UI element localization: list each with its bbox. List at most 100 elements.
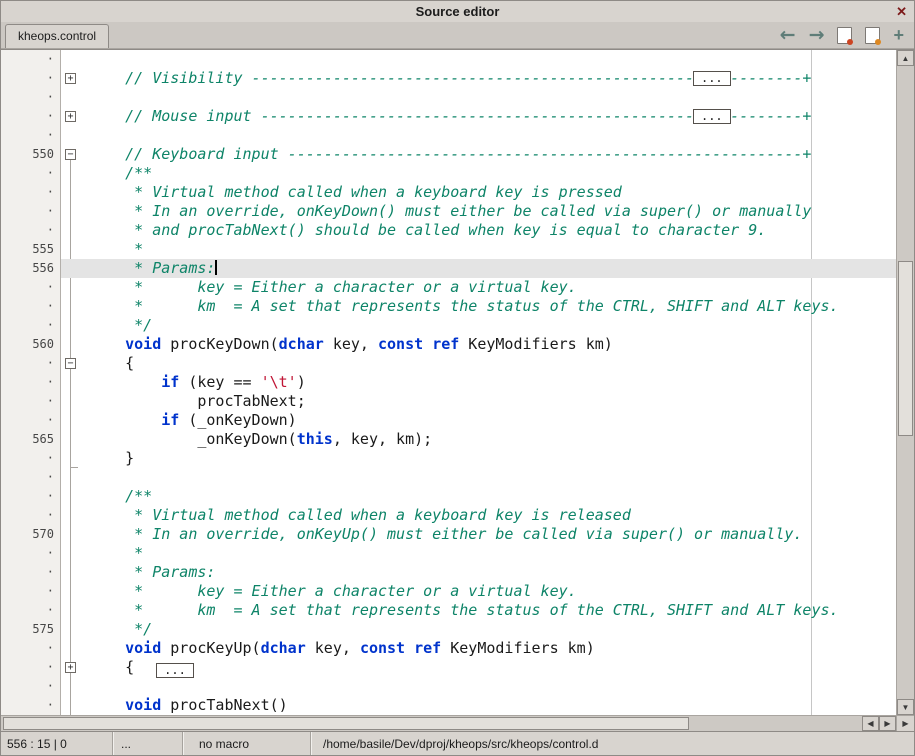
code-text[interactable] (81, 677, 896, 696)
code-text[interactable]: * km = A set that represents the status … (81, 297, 896, 316)
code-line[interactable]: · (1, 126, 896, 145)
fold-margin-cell (61, 335, 81, 354)
code-text[interactable]: {... (81, 658, 896, 677)
code-text[interactable]: if (key == '\t') (81, 373, 896, 392)
code-line[interactable]: · */ (1, 316, 896, 335)
detach-handle-button[interactable]: + (893, 27, 904, 43)
code-line[interactable]: ·− { (1, 354, 896, 373)
horizontal-scroll-track[interactable] (1, 716, 862, 731)
code-line[interactable]: · void procTabNext() (1, 696, 896, 715)
code-text[interactable]: * and procTabNext() should be called whe… (81, 221, 896, 240)
fold-ellipsis-box[interactable]: ... (156, 663, 194, 678)
close-button[interactable]: ✕ (896, 4, 907, 20)
scroll-down-button[interactable]: ▼ (897, 699, 914, 715)
code-line[interactable]: 575 */ (1, 620, 896, 639)
code-line[interactable]: · * km = A set that represents the statu… (1, 297, 896, 316)
code-line[interactable]: 556 * Params: (1, 259, 896, 278)
code-text[interactable]: * Params: (81, 563, 896, 582)
code-line[interactable]: 570 * In an override, onKeyUp() must eit… (1, 525, 896, 544)
line-number-cell: · (1, 88, 61, 107)
code-text[interactable]: /** (81, 164, 896, 183)
vertical-scrollbar[interactable]: ▲ ▼ (896, 50, 914, 715)
code-line[interactable]: · /** (1, 164, 896, 183)
line-number-cell: 565 (1, 430, 61, 449)
code-text[interactable]: * Params: (81, 259, 896, 278)
fold-ellipsis-box[interactable]: ... (693, 71, 731, 86)
code-text[interactable] (81, 50, 896, 69)
code-text[interactable]: * Virtual method called when a keyboard … (81, 183, 896, 202)
code-text[interactable]: _onKeyDown(this, key, km); (81, 430, 896, 449)
code-line[interactable]: · if (key == '\t') (1, 373, 896, 392)
code-line[interactable]: · * (1, 544, 896, 563)
code-text[interactable]: * In an override, onKeyDown() must eithe… (81, 202, 896, 221)
go-forward-button[interactable]: → (809, 26, 825, 44)
code-text[interactable]: // Keyboard input ----------------------… (81, 145, 896, 164)
code-text[interactable]: * Virtual method called when a keyboard … (81, 506, 896, 525)
code-line[interactable]: · * Virtual method called when a keyboar… (1, 183, 896, 202)
code-line[interactable]: · * km = A set that represents the statu… (1, 601, 896, 620)
code-line[interactable]: · (1, 88, 896, 107)
code-text[interactable]: */ (81, 316, 896, 335)
code-line[interactable]: · (1, 468, 896, 487)
code-line[interactable]: · (1, 677, 896, 696)
code-text[interactable]: // Mouse input -------------------------… (81, 107, 896, 126)
code-text[interactable] (81, 88, 896, 107)
go-back-button[interactable]: ← (780, 26, 796, 44)
fold-ellipsis-box[interactable]: ... (693, 109, 731, 124)
code-text[interactable]: */ (81, 620, 896, 639)
fold-collapse-icon[interactable]: − (65, 358, 76, 369)
document-button-1[interactable] (837, 27, 852, 44)
code-line[interactable]: · * In an override, onKeyDown() must eit… (1, 202, 896, 221)
code-line[interactable]: · procTabNext; (1, 392, 896, 411)
scroll-left-button[interactable]: ◀ (862, 716, 879, 731)
code-text[interactable]: } (81, 449, 896, 468)
document-button-2[interactable] (865, 27, 880, 44)
code-line[interactable]: · * key = Either a character or a virtua… (1, 582, 896, 601)
tab-kheops-control[interactable]: kheops.control (5, 24, 109, 48)
code-text[interactable] (81, 126, 896, 145)
code-line[interactable]: · /** (1, 487, 896, 506)
code-line[interactable]: · if (_onKeyDown) (1, 411, 896, 430)
horizontal-scrollbar[interactable]: ◀ ▶ (1, 715, 896, 731)
code-text[interactable]: /** (81, 487, 896, 506)
code-line[interactable]: · void procKeyUp(dchar key, const ref Ke… (1, 639, 896, 658)
code-line[interactable]: ·+ {... (1, 658, 896, 677)
code-line[interactable]: 565 _onKeyDown(this, key, km); (1, 430, 896, 449)
code-line[interactable]: · * key = Either a character or a virtua… (1, 278, 896, 297)
editor-lines[interactable]: ··+ // Visibility ----------------------… (1, 50, 896, 715)
code-text[interactable]: * (81, 240, 896, 259)
code-text[interactable]: * key = Either a character or a virtual … (81, 278, 896, 297)
code-text[interactable]: if (_onKeyDown) (81, 411, 896, 430)
code-line[interactable]: · * and procTabNext() should be called w… (1, 221, 896, 240)
code-line[interactable]: · * Virtual method called when a keyboar… (1, 506, 896, 525)
vertical-scroll-thumb[interactable] (898, 261, 913, 436)
vertical-scroll-track[interactable] (897, 66, 914, 699)
scroll-up-button[interactable]: ▲ (897, 50, 914, 66)
code-line[interactable]: 550− // Keyboard input -----------------… (1, 145, 896, 164)
scroll-right-button[interactable]: ▶ (879, 716, 896, 731)
code-text[interactable]: void procKeyUp(dchar key, const ref KeyM… (81, 639, 896, 658)
code-line[interactable]: 560 void procKeyDown(dchar key, const re… (1, 335, 896, 354)
code-text[interactable]: * (81, 544, 896, 563)
fold-collapse-icon[interactable]: − (65, 149, 76, 160)
fold-expand-icon[interactable]: + (65, 111, 76, 122)
code-text[interactable]: { (81, 354, 896, 373)
code-text[interactable]: // Visibility --------------------------… (81, 69, 896, 88)
code-line[interactable]: ·+ // Visibility -----------------------… (1, 69, 896, 88)
fold-expand-icon[interactable]: + (65, 662, 76, 673)
fold-expand-icon[interactable]: + (65, 73, 76, 84)
code-text[interactable]: void procTabNext() (81, 696, 896, 715)
code-line[interactable]: · * Params: (1, 563, 896, 582)
code-text[interactable] (81, 468, 896, 487)
fold-margin-cell (61, 449, 81, 468)
code-text[interactable]: * In an override, onKeyUp() must either … (81, 525, 896, 544)
code-line[interactable]: 555 * (1, 240, 896, 259)
code-text[interactable]: procTabNext; (81, 392, 896, 411)
code-line[interactable]: · (1, 50, 896, 69)
code-line[interactable]: · } (1, 449, 896, 468)
horizontal-scroll-thumb[interactable] (3, 717, 689, 730)
code-text[interactable]: * key = Either a character or a virtual … (81, 582, 896, 601)
code-text[interactable]: * km = A set that represents the status … (81, 601, 896, 620)
code-line[interactable]: ·+ // Mouse input ----------------------… (1, 107, 896, 126)
code-text[interactable]: void procKeyDown(dchar key, const ref Ke… (81, 335, 896, 354)
